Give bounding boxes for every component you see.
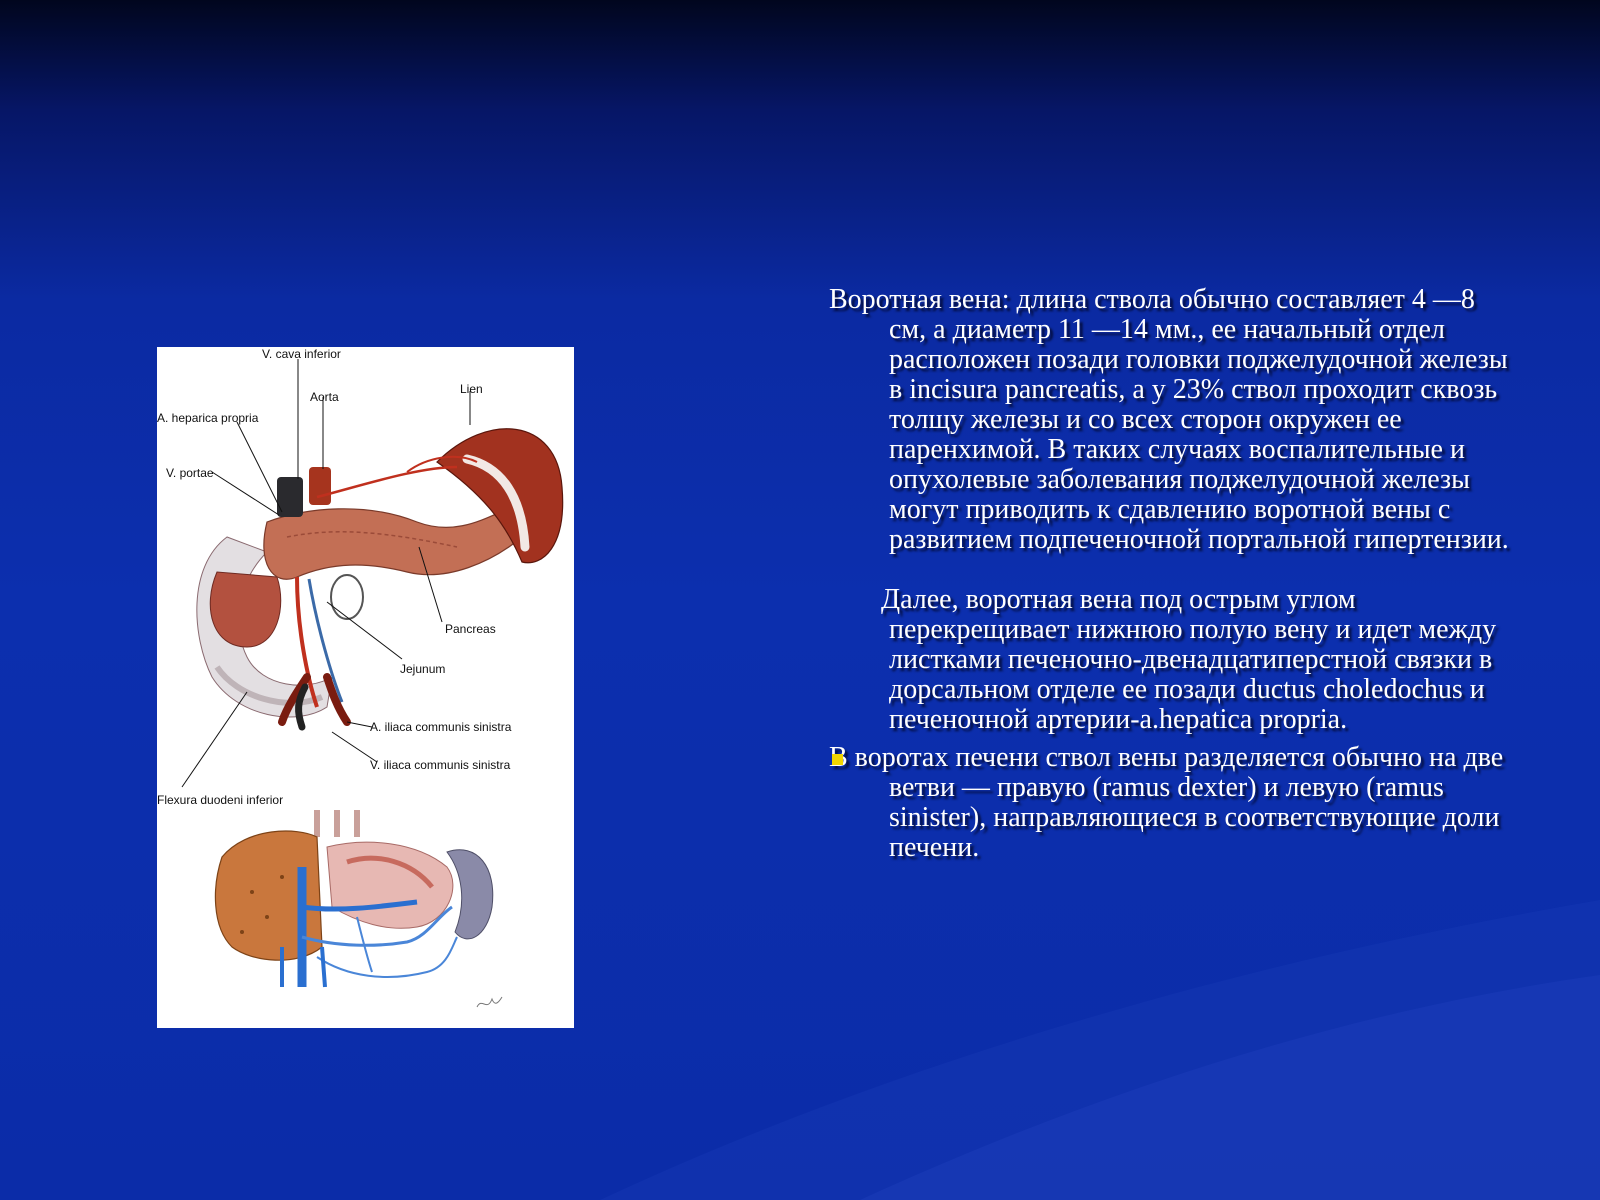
paragraph-portal-vein-length: Воротная вена: длина ствола обычно соста… bbox=[829, 284, 1509, 555]
label-lien: Lien bbox=[460, 382, 483, 396]
label-a-hepatica-propria: A. heparica propria bbox=[157, 411, 259, 425]
label-v-portae: V. portae bbox=[166, 466, 214, 480]
bullet-item-text: В воротах печени ствол вены разделяется … bbox=[829, 742, 1504, 863]
bullet-square-icon bbox=[832, 754, 843, 765]
label-a-iliaca-communis-sinistra: A. iliaca communis sinistra bbox=[370, 720, 512, 734]
label-jejunum: Jejunum bbox=[400, 662, 445, 676]
label-v-iliaca-communis-sinistra: V. iliaca communis sinistra bbox=[370, 758, 511, 772]
anatomy-illustration: V. cava inferior Aorta Lien A. heparica … bbox=[157, 347, 564, 1008]
label-aorta: Aorta bbox=[310, 390, 339, 404]
label-v-cava-inferior: V. cava inferior bbox=[262, 347, 341, 361]
liver-lower-drawing bbox=[214, 810, 503, 1008]
bullet-item-portal-vein-branches: В воротах печени ствол вены разделяется … bbox=[829, 743, 1509, 863]
anatomy-figure: V. cava inferior Aorta Lien A. heparica … bbox=[157, 347, 574, 1028]
slide-text: Воротная вена: длина ствола обычно соста… bbox=[829, 285, 1509, 863]
label-pancreas: Pancreas bbox=[445, 622, 496, 636]
paragraph-portal-vein-course: Далее, воротная вена под острым углом пе… bbox=[881, 584, 1497, 735]
label-flexura-duodeni-inferior: Flexura duodeni inferior bbox=[157, 793, 283, 807]
